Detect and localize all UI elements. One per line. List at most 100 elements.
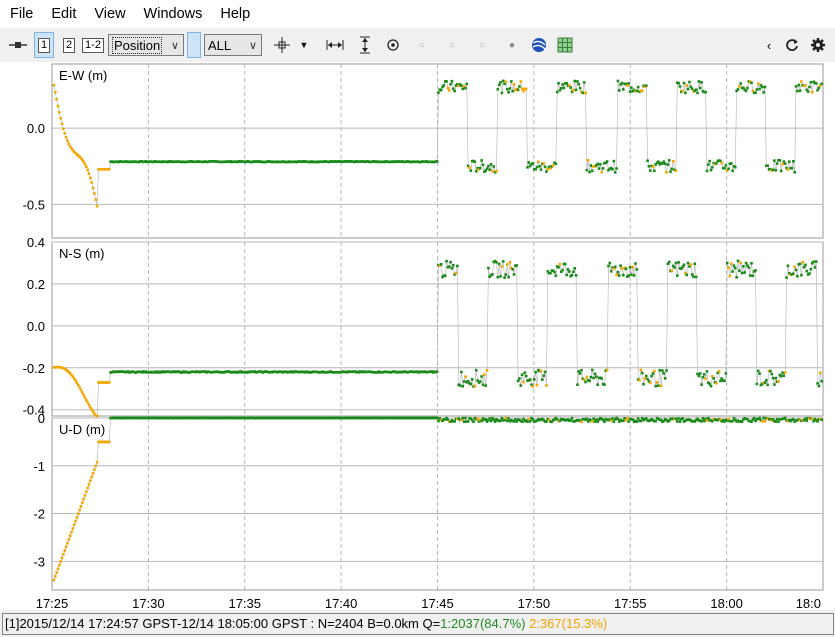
crosshair-icon[interactable]	[270, 33, 294, 57]
grid-map-icon[interactable]	[554, 33, 576, 57]
data-point	[729, 162, 733, 165]
data-point	[731, 169, 734, 173]
data-point	[763, 420, 767, 423]
marker-off-icon[interactable]: ○	[414, 40, 430, 51]
data-point	[585, 375, 589, 379]
data-point	[543, 370, 547, 374]
data-point	[565, 273, 568, 277]
data-point	[681, 89, 684, 93]
gear-icon[interactable]	[807, 33, 829, 57]
data-point	[78, 508, 81, 512]
data-point	[810, 90, 814, 94]
data-point	[792, 417, 795, 421]
data-point	[539, 369, 543, 373]
data-point	[581, 91, 585, 95]
data-point	[630, 86, 633, 89]
menu-help[interactable]: Help	[210, 6, 258, 22]
data-point	[654, 384, 657, 388]
data-point	[71, 527, 75, 530]
data-point	[782, 374, 786, 378]
position-plot[interactable]: 17:25 17:30 17:35 17:40 17:45 17:50 17:55 18:00…	[0, 62, 835, 611]
plot-type-select[interactable]: Position ∨	[108, 34, 184, 56]
data-point	[723, 379, 726, 382]
fit-horizontal-icon[interactable]	[322, 33, 348, 57]
marker-off-icon[interactable]: ○	[444, 40, 460, 51]
data-point	[814, 260, 818, 263]
data-point	[588, 170, 591, 174]
chevron-left-icon[interactable]: ‹	[761, 33, 777, 57]
data-point	[537, 160, 540, 164]
data-point	[681, 417, 684, 420]
data-point	[74, 519, 77, 523]
caret-down-icon[interactable]: ▼	[298, 33, 310, 57]
data-point	[593, 372, 597, 376]
data-point	[817, 86, 821, 90]
data-point	[738, 85, 741, 88]
x-tick-label: 17:40	[325, 596, 358, 610]
fit-vertical-icon[interactable]	[352, 33, 378, 57]
y-tick-label: 0	[38, 411, 45, 426]
data-point	[646, 159, 649, 163]
center-origin-icon[interactable]	[382, 33, 404, 57]
refresh-icon[interactable]	[781, 33, 803, 57]
data-point	[480, 159, 483, 162]
data-point	[659, 384, 663, 388]
data-point	[794, 268, 798, 272]
menu-view[interactable]: View	[84, 6, 133, 22]
data-point	[501, 79, 505, 83]
splitter-icon[interactable]	[187, 32, 201, 58]
data-point	[590, 419, 594, 423]
data-point	[577, 82, 581, 86]
menu-windows[interactable]: Windows	[134, 6, 211, 22]
data-point	[638, 378, 641, 382]
data-point	[52, 578, 56, 582]
data-point	[733, 165, 737, 169]
globe-icon[interactable]	[528, 33, 550, 57]
data-point	[534, 370, 537, 374]
quality-select[interactable]: ALL ∨	[204, 34, 262, 56]
data-point	[535, 383, 539, 387]
data-point	[774, 376, 778, 380]
data-point	[754, 269, 757, 272]
data-point	[754, 91, 757, 95]
plot-area[interactable]: 17:25 17:30 17:35 17:40 17:45 17:50 17:55 18:00…	[0, 62, 835, 611]
connect-icon[interactable]	[6, 33, 30, 57]
data-point	[615, 167, 618, 170]
data-point	[558, 262, 562, 266]
data-point	[439, 262, 443, 266]
data-point	[720, 161, 724, 165]
data-point	[619, 264, 622, 268]
menu-edit[interactable]: Edit	[41, 6, 84, 22]
data-point	[528, 378, 532, 381]
data-point	[777, 380, 780, 383]
data-point	[809, 80, 813, 84]
data-point	[542, 374, 546, 377]
marker-off-icon[interactable]: ○	[474, 40, 490, 51]
view1-button[interactable]: 1	[34, 32, 54, 58]
data-point	[94, 464, 98, 468]
data-point	[766, 164, 769, 168]
panel-ylabel: N-S (m)	[59, 246, 105, 261]
view2-button[interactable]: 2	[60, 33, 78, 57]
menu-file[interactable]: File	[0, 6, 41, 22]
data-point	[76, 383, 80, 387]
data-point	[469, 169, 473, 172]
data-point	[688, 80, 691, 84]
data-point	[522, 89, 525, 93]
data-point	[677, 261, 680, 264]
data-point	[804, 263, 807, 267]
chevron-down-icon: ∨	[170, 39, 180, 52]
data-point	[67, 538, 71, 541]
data-point	[643, 377, 647, 380]
data-point	[62, 127, 65, 131]
data-point	[83, 396, 87, 399]
data-point	[449, 82, 452, 86]
data-point	[635, 89, 639, 93]
data-point	[797, 83, 801, 87]
data-point	[626, 84, 629, 88]
data-point	[453, 420, 456, 423]
view12-button[interactable]: 1-2	[82, 33, 104, 57]
data-point	[446, 86, 450, 90]
marker-on-icon[interactable]: ●	[504, 40, 520, 51]
data-point	[742, 264, 745, 268]
